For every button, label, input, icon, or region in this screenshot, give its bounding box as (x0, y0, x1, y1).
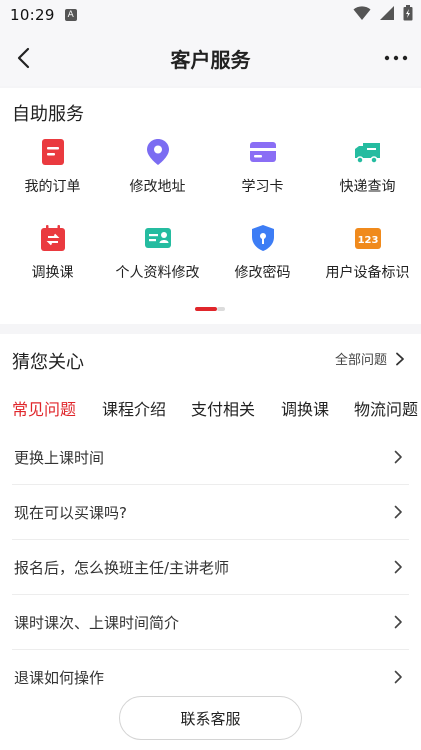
service-item-swap-class[interactable]: 调换课 (0, 224, 105, 294)
service-label: 用户设备标识 (325, 265, 410, 281)
device-id-icon: 123 (354, 228, 381, 249)
service-label: 调换课 (31, 265, 74, 281)
page-title: 客户服务 (170, 47, 251, 72)
service-item-password[interactable]: 修改密码 (210, 224, 315, 294)
bottom-bar: 联系客服 (0, 686, 421, 750)
page-indicator (195, 307, 227, 312)
tab-payment[interactable]: 支付相关 (191, 396, 255, 420)
battery-icon (403, 5, 413, 21)
section-title: 猜您关心 (12, 352, 84, 373)
chevron-right-icon (394, 670, 402, 684)
device-id-icon-text: 123 (357, 235, 378, 246)
faq-text: 更换上课时间 (14, 448, 105, 467)
location-pin-icon (146, 139, 169, 165)
faq-text: 退课如何操作 (14, 668, 105, 687)
self-service-section: 自助服务 我的订单 修改地址 学习卡 快递查询 调换课 个人资料修改 修改密码 … (0, 88, 421, 324)
service-item-delivery[interactable]: 快递查询 (315, 138, 420, 208)
service-item-device-id[interactable]: 123 用户设备标识 (315, 224, 420, 294)
page-indicator-inactive (217, 307, 225, 311)
header: 客户服务 (0, 30, 421, 86)
tab-course-intro[interactable]: 课程介绍 (102, 396, 166, 420)
calendar-swap-icon (40, 225, 65, 251)
faq-text: 报名后，怎么换班主任/主讲老师 (14, 558, 230, 577)
page-indicator-active (195, 307, 217, 311)
faq-text: 课时课次、上课时间简介 (14, 613, 180, 632)
more-menu-icon[interactable] (383, 46, 409, 70)
delivery-truck-icon (354, 143, 380, 164)
service-item-address[interactable]: 修改地址 (105, 138, 210, 208)
wifi-icon (353, 6, 371, 20)
chevron-right-icon (394, 505, 402, 519)
service-label: 个人资料修改 (115, 265, 200, 281)
tab-common-questions[interactable]: 常见问题 (12, 396, 76, 420)
all-questions-link[interactable]: 全部问题 (335, 349, 405, 368)
section-title: 自助服务 (12, 104, 84, 125)
service-item-orders[interactable]: 我的订单 (0, 138, 105, 208)
profile-card-icon (144, 228, 171, 248)
card-icon (249, 142, 276, 162)
order-icon (41, 139, 64, 165)
tab-swap-class[interactable]: 调换课 (281, 396, 329, 420)
service-item-profile[interactable]: 个人资料修改 (105, 224, 210, 294)
status-time: 10:29 (10, 6, 55, 24)
service-label: 我的订单 (24, 179, 81, 195)
service-label: 快递查询 (339, 179, 396, 195)
shield-lock-icon (251, 225, 274, 251)
chevron-right-icon (396, 352, 404, 365)
notification-badge: A (64, 9, 77, 21)
all-questions-label: 全部问题 (334, 353, 387, 368)
status-bar: 10:29 A (0, 0, 421, 30)
faq-item[interactable]: 课时课次、上课时间简介 (12, 595, 409, 650)
status-icons (353, 5, 413, 21)
tab-logistics[interactable]: 物流问题 (354, 396, 418, 420)
faq-item[interactable]: 现在可以买课吗? (12, 485, 409, 540)
faq-item[interactable]: 报名后，怎么换班主任/主讲老师 (12, 540, 409, 595)
faq-list: 更换上课时间 现在可以买课吗? 报名后，怎么换班主任/主讲老师 课时课次、上课时… (12, 430, 409, 705)
chevron-right-icon (394, 560, 402, 574)
faq-text: 现在可以买课吗? (14, 503, 127, 522)
chevron-right-icon (394, 615, 402, 629)
contact-service-button[interactable]: 联系客服 (119, 696, 302, 740)
back-arrow-icon[interactable] (12, 46, 36, 70)
service-item-study-card[interactable]: 学习卡 (210, 138, 315, 208)
service-label: 修改密码 (234, 265, 291, 281)
service-label: 修改地址 (129, 179, 186, 195)
chevron-right-icon (394, 450, 402, 464)
faq-item[interactable]: 更换上课时间 (12, 430, 409, 485)
service-label: 学习卡 (241, 179, 284, 195)
faq-tabs: 常见问题 课程介绍 支付相关 调换课 物流问题 (0, 396, 421, 426)
signal-icon (380, 6, 394, 20)
